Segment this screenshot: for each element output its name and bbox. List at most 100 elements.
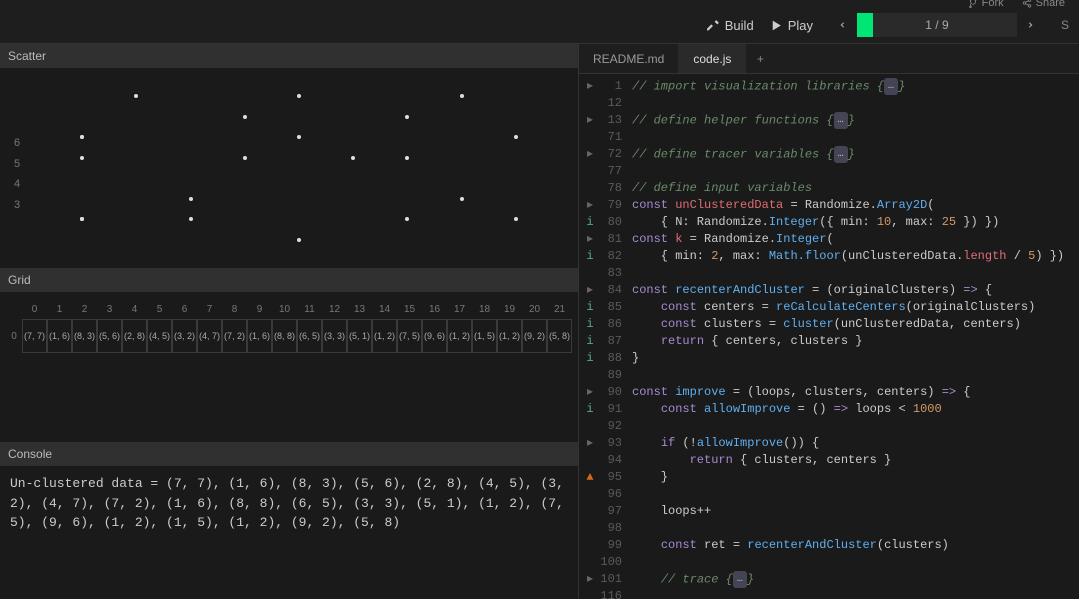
code-line[interactable]: }	[632, 469, 1079, 486]
code-line[interactable]	[632, 418, 1079, 435]
scatter-point	[405, 217, 409, 221]
scatter-point	[189, 217, 193, 221]
build-button[interactable]: Build	[707, 18, 754, 33]
code-line[interactable]	[632, 520, 1079, 537]
code-area[interactable]: // import visualization libraries {…} //…	[624, 74, 1079, 599]
tab-README-md[interactable]: README.md	[579, 44, 679, 73]
grid-cell: (8, 3)	[72, 319, 97, 353]
code-line[interactable]: return { centers, clusters }	[632, 333, 1079, 350]
gutter-line: 94	[585, 452, 622, 469]
code-line[interactable]: // define tracer variables {…}	[632, 146, 1079, 163]
tab-code-js[interactable]: code.js	[679, 44, 746, 73]
warning-icon: ▲	[585, 469, 595, 486]
add-tab-button[interactable]: +	[746, 44, 774, 73]
share-link[interactable]: Share	[1022, 0, 1065, 9]
scatter-y-tick: 3	[14, 199, 20, 211]
code-editor[interactable]: ▸112▸1371▸727778▸79i80▸81i8283▸84i85i86i…	[579, 74, 1079, 599]
info-icon: i	[585, 316, 595, 333]
code-line[interactable]	[632, 554, 1079, 571]
fold-icon: ▸	[585, 231, 595, 248]
code-line[interactable]	[632, 265, 1079, 282]
code-line[interactable]	[632, 163, 1079, 180]
grid-col-header: 21	[547, 304, 572, 315]
next-button[interactable]	[1017, 13, 1045, 37]
gutter-line: ▸93	[585, 435, 622, 452]
code-line[interactable]: // define helper functions {…}	[632, 112, 1079, 129]
line-number: 89	[598, 367, 622, 384]
fold-icon: ▸	[585, 435, 595, 452]
code-line[interactable]: { min: 2, max: Math.floor(unClusteredDat…	[632, 248, 1079, 265]
code-line[interactable]: // trace {…}	[632, 571, 1079, 588]
code-line[interactable]: const recenterAndCluster = (originalClus…	[632, 282, 1079, 299]
gutter-line: ▸101	[585, 571, 622, 588]
scatter-point	[405, 115, 409, 119]
grid-col-header: 15	[397, 304, 422, 315]
info-icon: i	[585, 401, 595, 418]
grid-col-header: 10	[272, 304, 297, 315]
grid-header: Grid	[0, 268, 578, 292]
line-number: 85	[598, 299, 622, 316]
grid-cell: (9, 2)	[522, 319, 547, 353]
scatter-header: Scatter	[0, 44, 578, 68]
line-number: 13	[598, 112, 622, 129]
code-line[interactable]	[632, 129, 1079, 146]
code-line[interactable]: if (!allowImprove()) {	[632, 435, 1079, 452]
code-line[interactable]: const clusters = cluster(unClusteredData…	[632, 316, 1079, 333]
grid-col-header: 13	[347, 304, 372, 315]
line-number: 100	[598, 554, 622, 571]
gutter-line: 98	[585, 520, 622, 537]
code-line[interactable]: return { clusters, centers }	[632, 452, 1079, 469]
code-line[interactable]: // define input variables	[632, 180, 1079, 197]
scatter-point	[243, 115, 247, 119]
grid-cell: (7, 7)	[22, 319, 47, 353]
grid-cell: (7, 5)	[397, 319, 422, 353]
scatter-point	[460, 197, 464, 201]
grid-cell: (8, 8)	[272, 319, 297, 353]
scatter-y-tick: 5	[14, 158, 20, 170]
code-line[interactable]	[632, 486, 1079, 503]
grid-cell: (1, 6)	[247, 319, 272, 353]
code-line[interactable]	[632, 367, 1079, 384]
code-line[interactable]: const centers = reCalculateCenters(origi…	[632, 299, 1079, 316]
grid-cell: (6, 5)	[297, 319, 322, 353]
info-icon: i	[585, 333, 595, 350]
line-number: 72	[598, 146, 622, 163]
code-line[interactable]: const unClusteredData = Randomize.Array2…	[632, 197, 1079, 214]
line-number: 116	[598, 588, 622, 599]
gutter-line: ▸79	[585, 197, 622, 214]
line-number: 83	[598, 265, 622, 282]
code-line[interactable]: const ret = recenterAndCluster(clusters)	[632, 537, 1079, 554]
gutter-line: ▲95	[585, 469, 622, 486]
code-line[interactable]: const k = Randomize.Integer(	[632, 231, 1079, 248]
progress-text: 1 / 9	[857, 18, 1017, 32]
code-line[interactable]	[632, 95, 1079, 112]
grid-cell: (4, 5)	[147, 319, 172, 353]
info-icon: i	[585, 248, 595, 265]
line-number: 80	[598, 214, 622, 231]
code-line[interactable]: const improve = (loops, clusters, center…	[632, 384, 1079, 401]
code-line[interactable]: { N: Randomize.Integer({ min: 10, max: 2…	[632, 214, 1079, 231]
grid-cell: (1, 2)	[372, 319, 397, 353]
line-number: 98	[598, 520, 622, 537]
grid-cell: (1, 6)	[47, 319, 72, 353]
fork-link[interactable]: Fork	[968, 0, 1004, 9]
player-toolbar: Build Play 1 / 9 S	[0, 13, 1079, 43]
fold-icon: ▸	[585, 571, 595, 588]
code-line[interactable]	[632, 588, 1079, 599]
code-line[interactable]: // import visualization libraries {…}	[632, 78, 1079, 95]
code-line[interactable]: loops++	[632, 503, 1079, 520]
code-line[interactable]: const allowImprove = () => loops < 1000	[632, 401, 1079, 418]
grid-col-header: 8	[222, 304, 247, 315]
grid-cell: (5, 1)	[347, 319, 372, 353]
scatter-point	[134, 94, 138, 98]
prev-button[interactable]	[829, 13, 857, 37]
code-line[interactable]: }	[632, 350, 1079, 367]
line-number: 95	[598, 469, 622, 486]
share-icon	[1022, 0, 1032, 8]
gutter-line: 100	[585, 554, 622, 571]
grid-col-header: 12	[322, 304, 347, 315]
progress-bar[interactable]: 1 / 9	[857, 13, 1017, 37]
play-button[interactable]: Play	[770, 18, 813, 33]
pager: 1 / 9	[829, 13, 1045, 37]
build-label: Build	[725, 18, 754, 33]
